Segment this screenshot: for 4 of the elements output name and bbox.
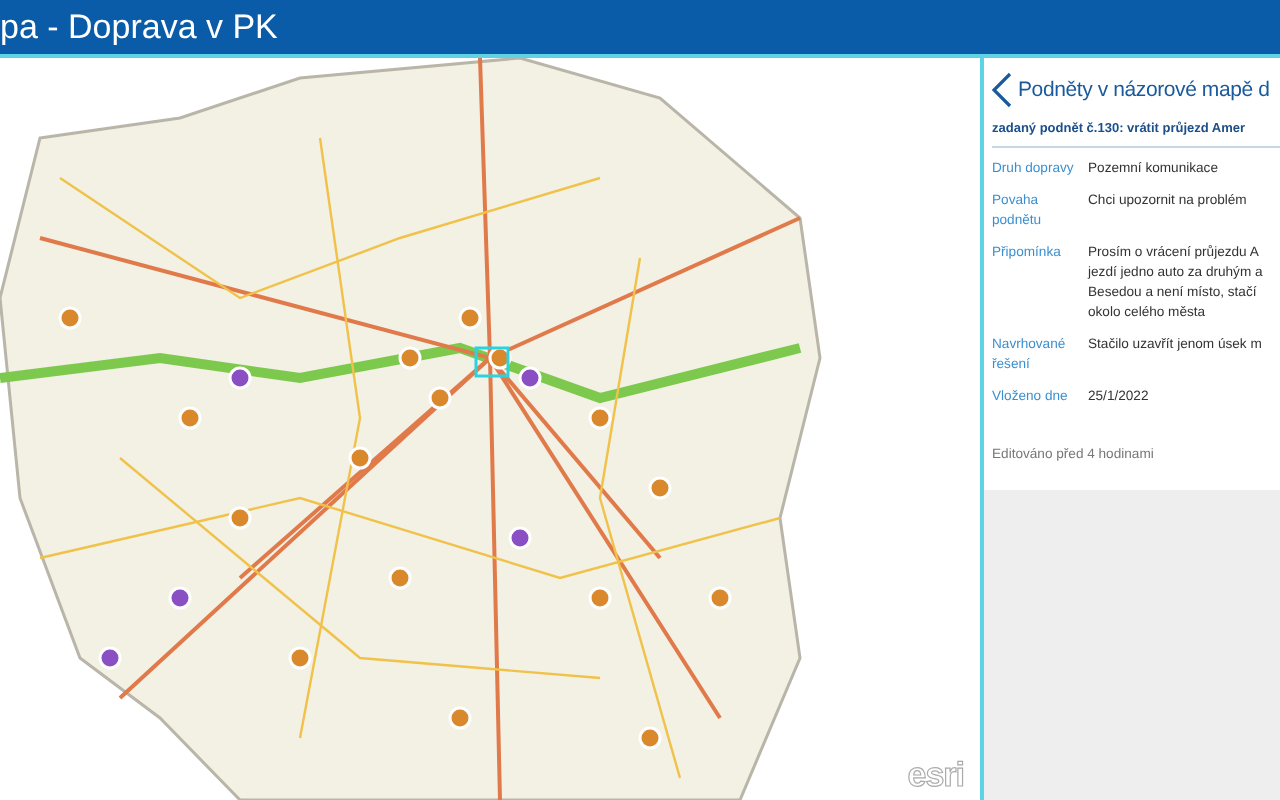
app-title: pa - Doprava v PK — [0, 6, 280, 50]
back-icon[interactable] — [992, 72, 1012, 108]
panel-title: Podněty v názorové mapě d — [1018, 78, 1270, 102]
esri-logo: esri — [907, 756, 964, 796]
